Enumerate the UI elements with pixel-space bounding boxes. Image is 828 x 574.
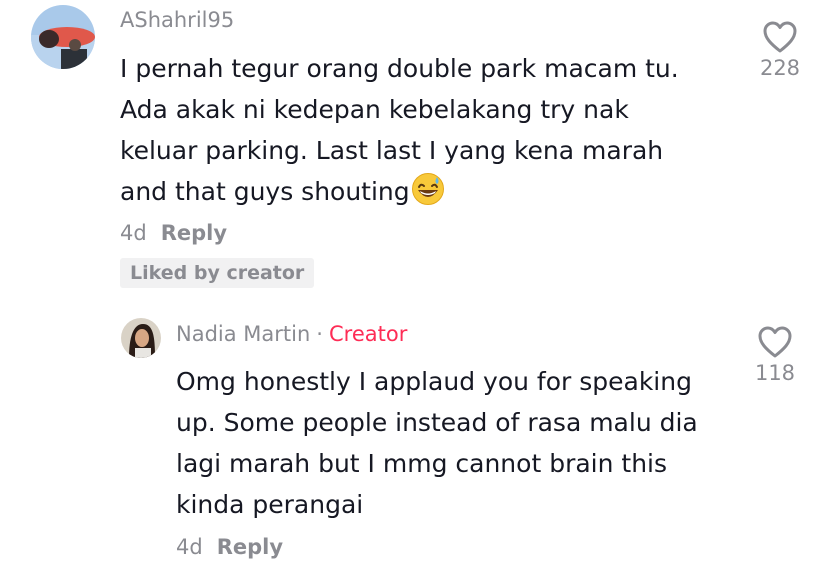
grinning-sweat-emoji bbox=[411, 172, 445, 218]
like-control: 228 bbox=[745, 20, 815, 80]
heart-outline-icon[interactable] bbox=[762, 20, 798, 54]
comment-line: kinda perangai bbox=[176, 490, 364, 519]
comment-line: Omg honestly I applaud you for speaking bbox=[176, 367, 692, 396]
reply-username[interactable]: Nadia Martin bbox=[176, 322, 310, 346]
reply-button[interactable]: Reply bbox=[217, 535, 283, 559]
creator-label: Creator bbox=[328, 322, 408, 346]
comment-text: I pernah tegur orang double park macam t… bbox=[120, 48, 679, 218]
separator-dot: · bbox=[316, 322, 323, 346]
comment-username[interactable]: AShahril95 bbox=[120, 8, 234, 32]
comment-meta: 4d Reply bbox=[120, 221, 227, 245]
comment-line: keluar parking. Last last I yang kena ma… bbox=[120, 136, 664, 165]
avatar[interactable] bbox=[121, 318, 161, 358]
reply-button[interactable]: Reply bbox=[161, 221, 227, 245]
reply-timestamp: 4d bbox=[176, 535, 203, 559]
reply-meta: 4d Reply bbox=[176, 535, 283, 559]
comment-timestamp: 4d bbox=[120, 221, 147, 245]
comment-line: lagi marah but I mmg cannot brain this bbox=[176, 449, 668, 478]
comment-line: and that guys shouting bbox=[120, 171, 679, 218]
avatar[interactable] bbox=[31, 5, 95, 69]
comment-line: I pernah tegur orang double park macam t… bbox=[120, 54, 679, 83]
liked-by-creator-badge: Liked by creator bbox=[120, 258, 315, 288]
heart-outline-icon[interactable] bbox=[757, 325, 793, 359]
like-control: 118 bbox=[740, 325, 810, 385]
comment-line: up. Some people instead of rasa malu dia bbox=[176, 408, 698, 437]
comment-line: Ada akak ni kedepan kebelakang try nak bbox=[120, 95, 629, 124]
like-count: 228 bbox=[759, 56, 801, 80]
reply-username-row: Nadia Martin · Creator bbox=[176, 322, 407, 346]
like-count: 118 bbox=[754, 361, 796, 385]
reply-text: Omg honestly I applaud you for speaking … bbox=[176, 361, 698, 525]
comment-line-text: and that guys shouting bbox=[120, 177, 410, 206]
